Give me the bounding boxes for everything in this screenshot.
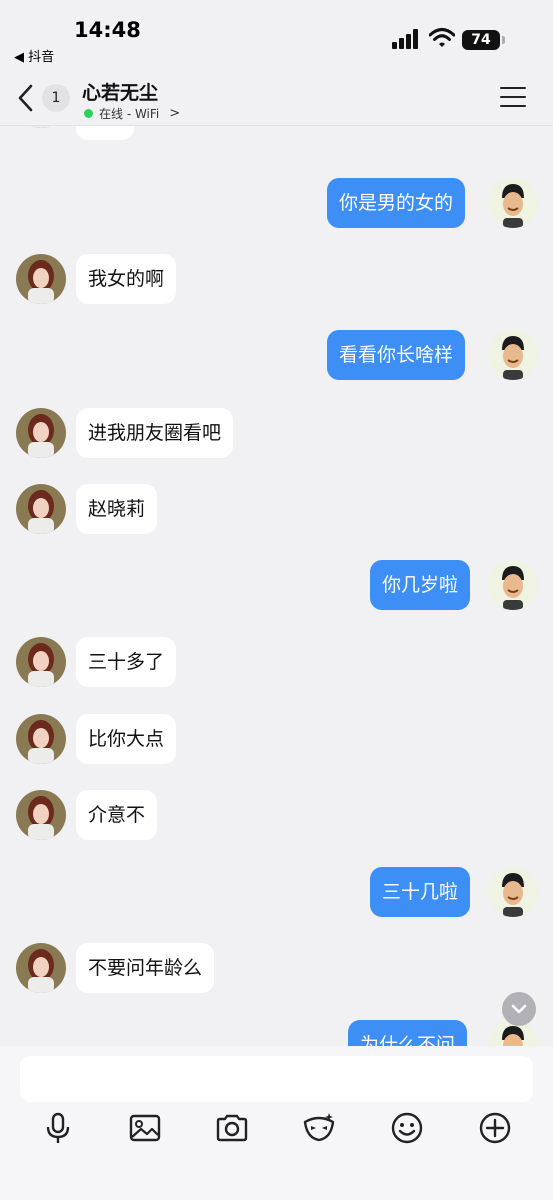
man-avatar-icon	[488, 330, 538, 380]
incoming-message-bubble[interactable]: 不要问年龄么	[76, 943, 215, 993]
outgoing-message-bubble[interactable]: 你几岁啦	[370, 560, 471, 610]
battery-nub	[502, 36, 505, 44]
my-avatar[interactable]	[488, 330, 538, 380]
contact-avatar[interactable]	[16, 126, 66, 128]
incoming-message-bubble[interactable]: 进我朋友圈看吧	[76, 408, 234, 458]
online-status[interactable]: 在线 - WiFi >	[84, 105, 180, 122]
unread-count-badge[interactable]: 1	[42, 84, 70, 112]
message-row-incoming: 赵晓莉	[0, 484, 553, 536]
microphone-icon[interactable]	[40, 1110, 76, 1146]
outgoing-message-bubble[interactable]: 为什么不问	[348, 1020, 468, 1046]
incoming-message-bubble[interactable]: 我女的啊	[76, 254, 177, 304]
message-row-outgoing: 你是男的女的	[0, 178, 553, 230]
incoming-message-bubble[interactable]: 三十多了	[76, 637, 177, 687]
contact-avatar[interactable]	[16, 943, 66, 993]
message-row-outgoing: 你几岁啦	[0, 560, 553, 612]
image-icon[interactable]	[127, 1110, 163, 1146]
incoming-message-bubble[interactable]: 介意不	[76, 790, 158, 840]
battery-indicator: 74	[462, 30, 500, 50]
menu-line	[500, 87, 526, 89]
contact-name[interactable]: 心若无尘	[82, 78, 158, 105]
contact-avatar[interactable]	[16, 790, 66, 840]
emoji-icon[interactable]	[389, 1110, 425, 1146]
contact-avatar[interactable]	[16, 254, 66, 304]
incoming-message-bubble[interactable]: 赵晓莉	[76, 484, 158, 534]
my-avatar[interactable]	[488, 867, 538, 917]
man-avatar-icon	[488, 178, 538, 228]
woman-avatar-icon	[16, 943, 66, 993]
message-row-incoming: 进我朋友圈看吧	[0, 408, 553, 460]
back-chevron-icon[interactable]	[12, 80, 40, 116]
status-bar: 14:48 ◀ 抖音 74	[0, 0, 553, 70]
woman-avatar-icon	[16, 408, 66, 458]
message-row-outgoing: 三十几啦	[0, 867, 553, 919]
woman-avatar-icon	[16, 254, 66, 304]
contact-avatar[interactable]	[16, 484, 66, 534]
message-row-incoming: 三十多了	[0, 637, 553, 689]
woman-avatar-icon	[16, 484, 66, 534]
chat-header: 1 心若无尘 在线 - WiFi >	[0, 70, 553, 126]
message-row	[0, 126, 553, 140]
my-avatar[interactable]	[488, 178, 538, 228]
menu-button[interactable]	[500, 87, 526, 109]
online-status-text: 在线 - WiFi	[99, 107, 160, 121]
grin-emoji-icon	[76, 126, 134, 140]
message-row-incoming: 不要问年龄么	[0, 943, 553, 995]
outgoing-message-bubble[interactable]: 三十几啦	[370, 867, 471, 917]
message-row-incoming: 介意不	[0, 790, 553, 842]
chevron-down-icon	[511, 1004, 527, 1014]
man-avatar-icon	[488, 560, 538, 610]
message-row-outgoing: 为什么不问	[0, 1020, 553, 1046]
outgoing-message-bubble[interactable]: 看看你长啥样	[327, 330, 466, 380]
woman-avatar-icon	[16, 790, 66, 840]
incoming-message-bubble[interactable]: 比你大点	[76, 714, 177, 764]
status-time: 14:48	[74, 18, 141, 42]
message-input[interactable]	[20, 1056, 533, 1102]
cellular-signal-icon	[392, 29, 418, 49]
menu-line	[500, 96, 526, 98]
scroll-to-bottom-button[interactable]	[502, 992, 536, 1026]
menu-line	[500, 105, 526, 107]
composer-bar	[0, 1046, 553, 1200]
camera-icon[interactable]	[214, 1110, 250, 1146]
contact-avatar[interactable]	[16, 714, 66, 764]
emoji-bubble[interactable]	[76, 126, 134, 140]
message-row-incoming: 比你大点	[0, 714, 553, 766]
message-row-outgoing: 看看你长啥样	[0, 330, 553, 382]
message-row-incoming: 我女的啊	[0, 254, 553, 306]
contact-avatar[interactable]	[16, 408, 66, 458]
man-avatar-icon	[488, 867, 538, 917]
plus-icon[interactable]	[477, 1110, 513, 1146]
woman-avatar-icon	[16, 126, 66, 128]
mask-icon[interactable]	[301, 1110, 337, 1146]
chevron-right-icon: >	[169, 106, 181, 121]
back-to-app-link[interactable]: ◀ 抖音	[14, 46, 54, 65]
woman-avatar-icon	[16, 714, 66, 764]
my-avatar[interactable]	[488, 560, 538, 610]
online-dot	[84, 109, 93, 118]
outgoing-message-bubble[interactable]: 你是男的女的	[327, 178, 466, 228]
chat-scroll-area[interactable]: 你是男的女的 我女的啊 看看你长啥样 进我朋友圈看吧 赵晓莉 你几岁啦 三十多了…	[0, 126, 553, 1046]
wifi-icon	[429, 28, 455, 47]
contact-avatar[interactable]	[16, 637, 66, 687]
woman-avatar-icon	[16, 637, 66, 687]
